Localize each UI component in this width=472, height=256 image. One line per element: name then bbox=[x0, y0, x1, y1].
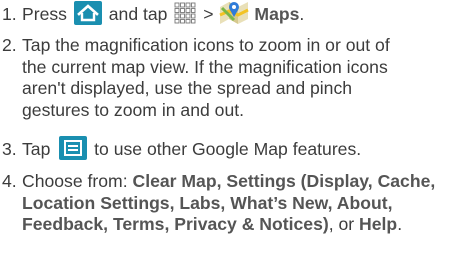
help-option: Help bbox=[359, 214, 398, 234]
step-text: Tap to use other Google Map features. bbox=[22, 136, 470, 161]
instruction-list: 1. Press and tap > Maps. 2. Tap the magn… bbox=[0, 0, 472, 256]
maps-label: Maps bbox=[254, 4, 300, 24]
option-list: Clear Map, Settings (Display, Cache, bbox=[132, 171, 436, 191]
apps-grid-icon bbox=[174, 2, 196, 24]
step-text: Choose from: Clear Map, Settings (Displa… bbox=[22, 171, 470, 236]
option-list: Feedback, Terms, Privacy & Notices) bbox=[22, 214, 329, 234]
step-line: the current map view. If the magnificati… bbox=[22, 56, 388, 77]
step-text: Press and tap > Maps. bbox=[22, 1, 470, 26]
step-line: Location Settings, Labs, What’s New, Abo… bbox=[22, 193, 470, 215]
step-line: gestures to zoom in and out. bbox=[22, 99, 245, 120]
option-list: Location Settings, Labs, What’s New, Abo… bbox=[22, 192, 393, 213]
step-number: 2. bbox=[2, 35, 17, 55]
step-line: Feedback, Terms, Privacy & Notices), or … bbox=[22, 214, 403, 234]
step-text: Tap the magnification icons to zoom in o… bbox=[22, 35, 470, 121]
maps-app-icon bbox=[218, 0, 250, 25]
step-number: 4. bbox=[2, 171, 17, 191]
menu-icon bbox=[59, 136, 88, 161]
step-number: 3. bbox=[2, 139, 17, 159]
step-line: Choose from: Clear Map, Settings (Displa… bbox=[22, 171, 436, 191]
step-number: 1. bbox=[2, 4, 17, 24]
step-line: Tap the magnification icons to zoom in o… bbox=[22, 35, 390, 55]
step-line: aren't displayed, use the spread and pin… bbox=[22, 78, 353, 98]
home-icon bbox=[73, 1, 102, 26]
